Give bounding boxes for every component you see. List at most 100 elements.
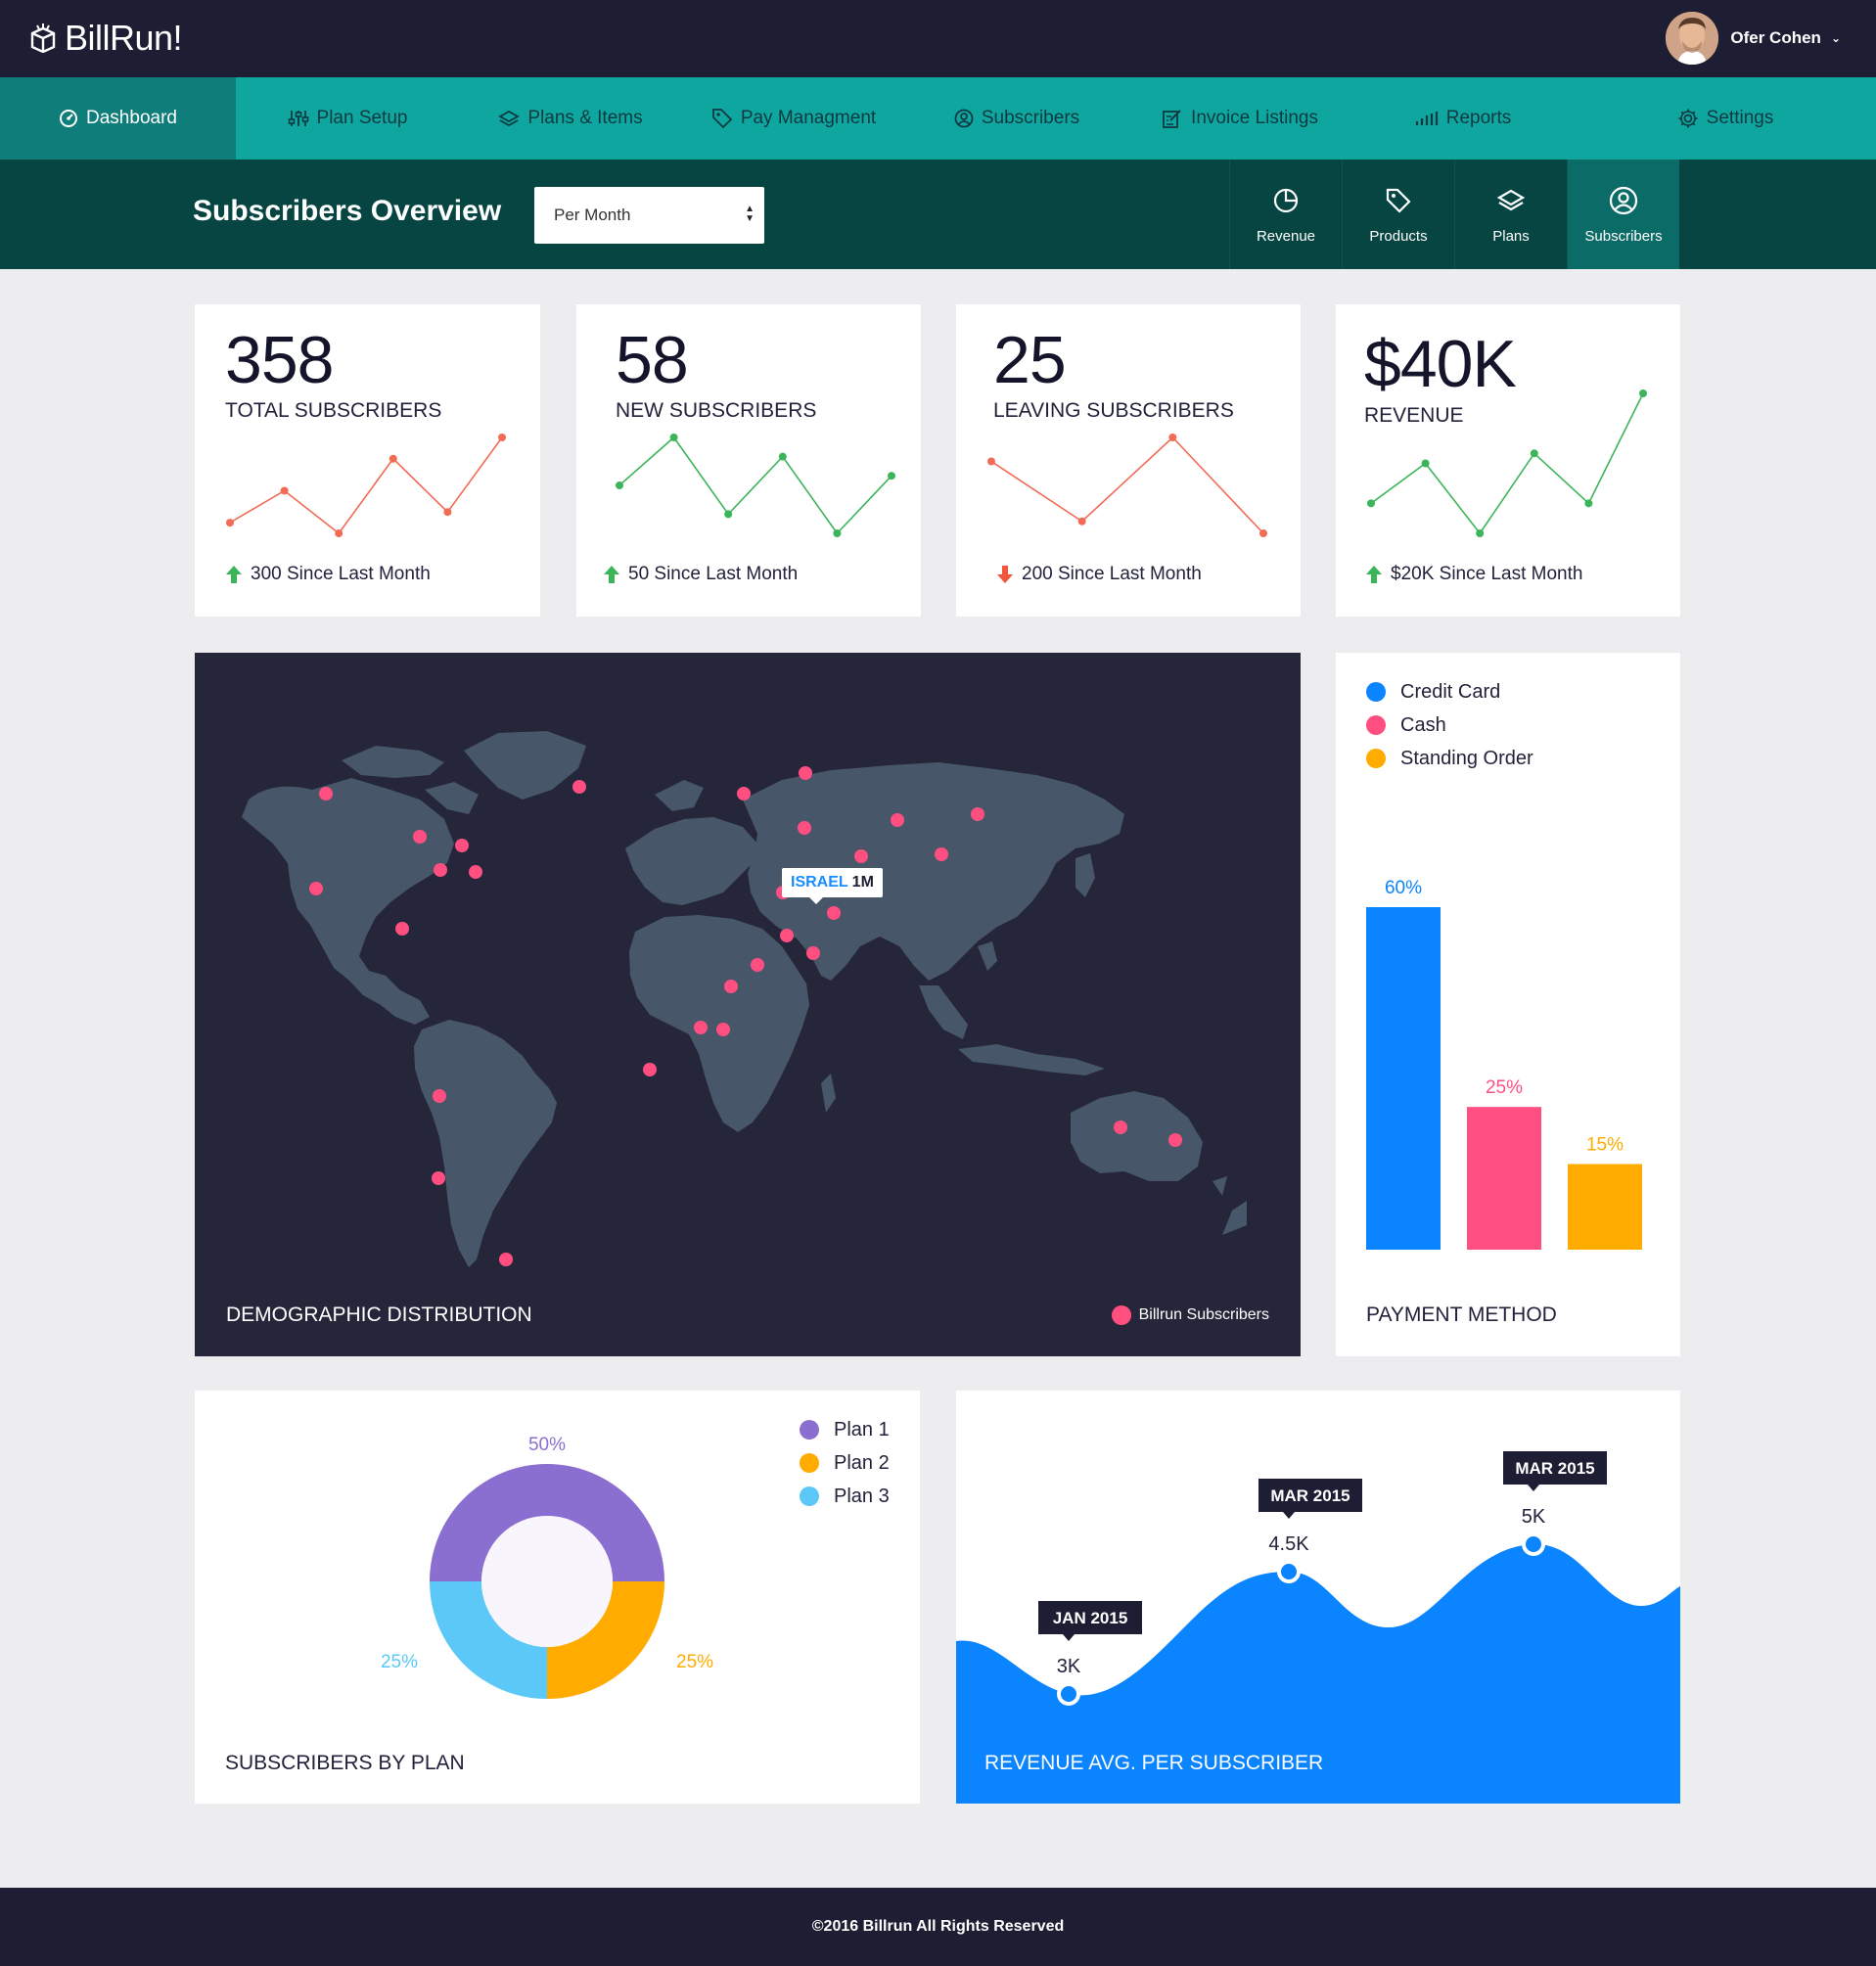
legend-item: Plan 2 — [800, 1446, 890, 1480]
sparkline-point — [1168, 434, 1177, 441]
tooltip-value: 1M — [851, 874, 874, 891]
subscriber-dot[interactable] — [434, 863, 447, 877]
area-point[interactable] — [1057, 1682, 1080, 1706]
area-value-label: 3K — [1057, 1656, 1081, 1677]
sparkline-point — [616, 481, 623, 489]
sparkline-point — [443, 508, 452, 517]
tab-revenue[interactable]: Revenue — [1229, 160, 1342, 269]
tab-products[interactable]: Products — [1342, 160, 1454, 269]
subscriber-dot[interactable] — [319, 787, 333, 800]
legend-label: Plan 3 — [834, 1485, 890, 1507]
nav-item-plan-setup[interactable]: Plan Setup — [236, 77, 459, 160]
subscriber-dot[interactable] — [432, 1171, 445, 1185]
nav-item-reports[interactable]: Reports — [1351, 77, 1575, 160]
sparkline-point — [724, 510, 733, 519]
nav-item-subscribers[interactable]: Subscribers — [905, 77, 1128, 160]
legend-dot — [1366, 715, 1386, 735]
nav-label: Reports — [1445, 108, 1512, 128]
user-menu[interactable]: Ofer Cohen ⌄ — [1666, 12, 1841, 65]
world-map — [242, 731, 1247, 1267]
stat-change: $20K Since Last Month — [1365, 564, 1582, 585]
subscriber-dot[interactable] — [780, 929, 794, 942]
nav-label: Plans & Items — [527, 108, 643, 128]
sparkline-point — [498, 434, 506, 441]
sparkline-point — [1476, 529, 1485, 537]
sparkline — [1367, 389, 1647, 537]
tab-plans[interactable]: Plans — [1454, 160, 1567, 269]
stat-value: 358 — [225, 323, 334, 397]
revenue-avg-title: REVENUE AVG. PER SUBSCRIBER — [984, 1752, 1324, 1774]
date-tag-label: JAN 2015 — [1053, 1609, 1128, 1627]
subscriber-dot[interactable] — [1168, 1133, 1182, 1147]
tab-label: Subscribers — [1584, 227, 1663, 245]
nav-item-dashboard[interactable]: Dashboard — [0, 77, 236, 160]
sparkline-point — [335, 529, 343, 537]
subscriber-dot[interactable] — [971, 807, 984, 821]
subscriber-dot[interactable] — [891, 813, 904, 827]
legend-label: Cash — [1400, 713, 1446, 736]
subscriber-dot[interactable] — [395, 922, 409, 936]
sparkline-point — [1530, 449, 1538, 458]
stat-label: LEAVING SUBSCRIBERS — [993, 399, 1234, 422]
subscriber-dot[interactable] — [572, 780, 586, 794]
sparkline-point — [888, 472, 895, 480]
payment-bar[interactable] — [1467, 1107, 1541, 1250]
stat-value: 58 — [616, 323, 689, 397]
subscriber-dot[interactable] — [433, 1089, 446, 1103]
payment-bar[interactable] — [1366, 907, 1441, 1250]
arrow-down-icon — [996, 565, 1014, 584]
legend-label: Plan 1 — [834, 1418, 890, 1440]
payment-bar[interactable] — [1568, 1164, 1642, 1251]
app-logo[interactable]: BillRun! — [29, 18, 183, 59]
tab-label: Plans — [1492, 227, 1530, 245]
subscriber-dot[interactable] — [751, 958, 764, 972]
nav-item-plans-items[interactable]: Plans & Items — [459, 77, 682, 160]
sparkline-path — [229, 436, 503, 535]
subscriber-dot[interactable] — [724, 980, 738, 993]
subscriber-dot[interactable] — [413, 830, 427, 844]
tab-subscribers[interactable]: Subscribers — [1567, 160, 1679, 269]
stat-card-new-subscribers: 58 NEW SUBSCRIBERS 50 Since Last Month — [576, 304, 921, 617]
subscriber-dot[interactable] — [799, 766, 812, 780]
subscriber-dot[interactable] — [798, 821, 811, 835]
date-tag-pointer — [1528, 1485, 1539, 1491]
area-point[interactable] — [1522, 1532, 1545, 1556]
sparkline-point — [987, 457, 995, 466]
subscriber-dot[interactable] — [737, 787, 751, 800]
area-point[interactable] — [1277, 1560, 1301, 1583]
subscriber-dot[interactable] — [694, 1021, 708, 1034]
subscriber-dot[interactable] — [455, 839, 469, 852]
bar-value-label: 60% — [1385, 878, 1422, 898]
subscriber-dot[interactable] — [1114, 1120, 1127, 1134]
nav-item-settings[interactable]: Settings — [1575, 77, 1876, 160]
subscriber-dot[interactable] — [469, 865, 482, 879]
nav-item-pay-managment[interactable]: Pay Managment — [682, 77, 905, 160]
sparkline-point — [1077, 517, 1086, 526]
page-title: Subscribers Overview — [193, 195, 502, 227]
map-card: ISRAEL 1M DEMOGRAPHIC DISTRIBUTION Billru… — [195, 653, 1301, 1356]
subscriber-dot[interactable] — [854, 849, 868, 863]
arrow-up-icon — [1365, 565, 1383, 584]
user-circle-icon — [954, 109, 974, 128]
nav-item-invoice-listings[interactable]: Invoice Listings — [1128, 77, 1351, 160]
nav-label: Settings — [1706, 108, 1774, 128]
tag-icon — [1385, 185, 1412, 216]
nav-label: Dashboard — [86, 108, 177, 128]
subscriber-dot[interactable] — [806, 946, 820, 960]
subscriber-dot[interactable] — [309, 882, 323, 895]
stat-change-text: 300 Since Last Month — [251, 564, 431, 584]
sparkline-path — [990, 435, 1264, 534]
subscriber-dot[interactable] — [499, 1253, 513, 1266]
period-select[interactable]: Per Month ▲ ▼ — [534, 187, 764, 244]
footer-text: ©2016 Billrun All Rights Reserved — [811, 1918, 1065, 1935]
subscriber-dot[interactable] — [827, 906, 841, 920]
top-bar: BillRun! Ofer Cohen ⌄ — [0, 0, 1876, 77]
subscriber-dot[interactable] — [643, 1063, 657, 1076]
subscriber-dot[interactable] — [935, 847, 948, 861]
sparkline — [226, 434, 506, 537]
user-circle-icon — [1609, 185, 1638, 216]
payment-title: PAYMENT METHOD — [1366, 1303, 1557, 1326]
subscriber-dot[interactable] — [716, 1023, 730, 1036]
arrow-up-icon — [603, 565, 620, 584]
date-tag-pointer — [1063, 1634, 1075, 1641]
